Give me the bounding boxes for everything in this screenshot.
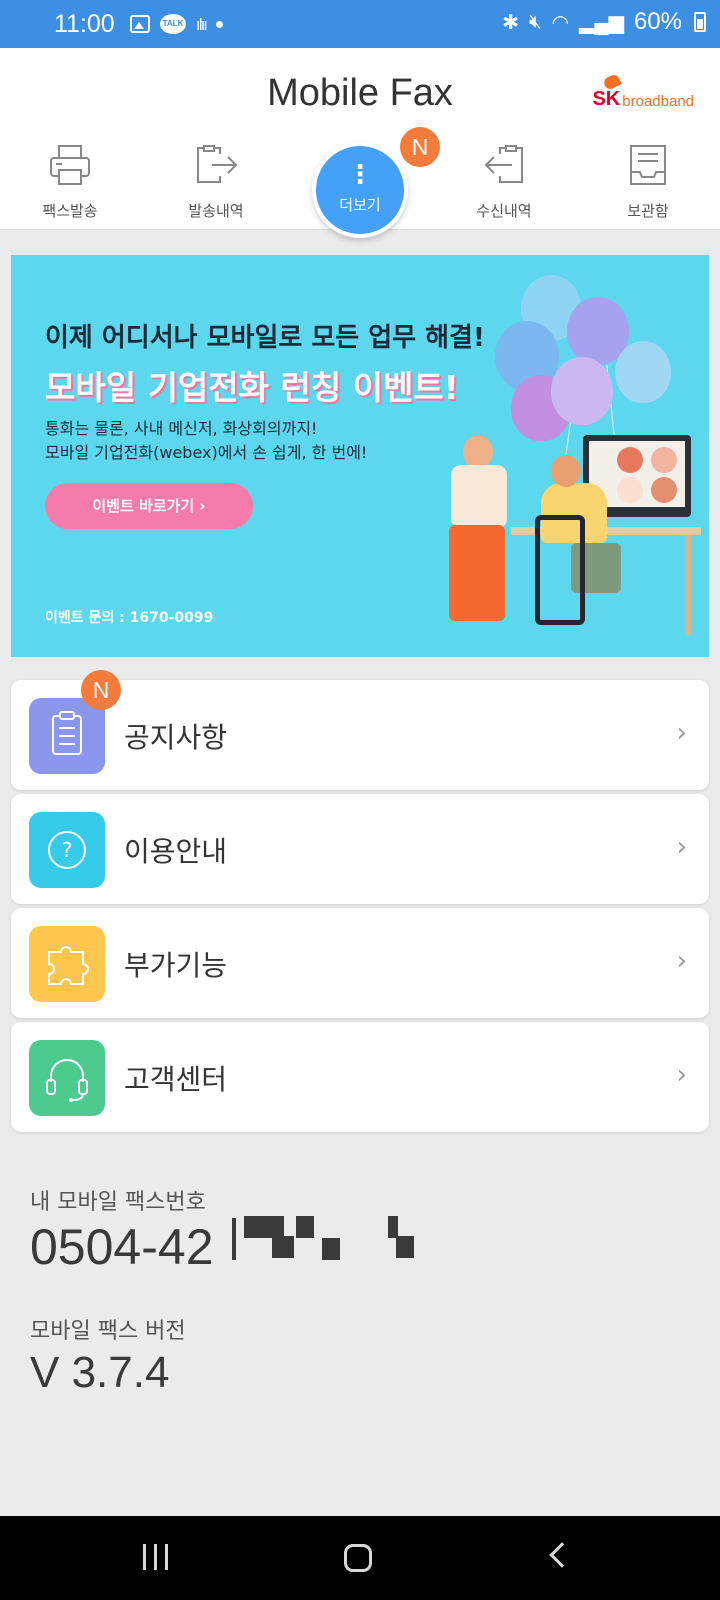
menu-item-label: 고객센터 xyxy=(124,1063,228,1096)
brand-logo: SK broadband xyxy=(592,88,694,111)
person-standing-legs xyxy=(449,525,505,621)
fax-number-label: 내 모바일 팩스번호 xyxy=(30,1190,206,1215)
tab-sent-history-label: 발송내역 xyxy=(188,202,244,220)
question-icon: ? xyxy=(29,812,105,888)
person-standing-head xyxy=(463,435,493,469)
menu-item-notice[interactable]: N 공지사항 › xyxy=(11,670,709,790)
svg-text:?: ? xyxy=(62,838,73,862)
menu-item-label: 공지사항 xyxy=(124,721,228,754)
image-icon xyxy=(130,15,150,33)
wifi-icon: ◠ xyxy=(551,11,570,34)
desk-leg xyxy=(685,535,691,635)
mute-icon: 🔇︎ xyxy=(528,10,542,33)
balloon xyxy=(615,341,671,403)
battery-percent: 60% xyxy=(633,8,682,35)
tab-fax-send-label: 팩스발송 xyxy=(42,202,98,220)
event-shortcut-button[interactable]: 이벤트 바로가기 › xyxy=(45,483,253,529)
chevron-right-icon: › xyxy=(676,946,687,976)
version-value: V 3.7.4 xyxy=(30,1348,170,1397)
back-button[interactable] xyxy=(549,1542,575,1568)
menu-item-label: 이용안내 xyxy=(124,835,228,868)
brand-name: broadband xyxy=(622,93,694,110)
tab-sent-history[interactable]: 발송내역 xyxy=(156,144,276,221)
fax-number-value: 0504-42 xyxy=(30,1219,214,1275)
signal-icon: ▂▄▆ xyxy=(579,11,624,34)
tab-received-history[interactable]: 수신내역 xyxy=(444,144,564,221)
banner-contact: 이벤트 문의 : 1670-0099 xyxy=(45,610,214,626)
recents-button[interactable] xyxy=(143,1544,168,1570)
video-call-face xyxy=(617,447,643,473)
new-badge: N xyxy=(400,127,440,167)
voice-wave-icon: ılıı xyxy=(196,14,208,34)
clipboard-icon xyxy=(29,698,105,774)
bluetooth-icon: ✱ xyxy=(502,11,519,34)
inbox-icon xyxy=(484,145,523,183)
tab-fax-send[interactable]: 팩스발송 xyxy=(10,144,130,221)
person-seated-head xyxy=(551,455,581,487)
banner-title: 모바일 기업전화 런칭 이벤트! xyxy=(45,368,459,407)
battery-icon xyxy=(694,12,706,32)
tab-more-button[interactable]: ⋮ 더보기 xyxy=(312,142,408,238)
dot-icon xyxy=(215,20,223,28)
status-bar: 11:00 TALK ılıı ✱ 🔇︎ ◠ ▂▄▆ 60% xyxy=(0,0,720,48)
version-label: 모바일 팩스 버전 xyxy=(30,1319,186,1344)
menu-item-extras[interactable]: 부가기능 › xyxy=(11,908,709,1018)
system-icons: ✱ 🔇︎ ◠ ▂▄▆ 60% xyxy=(502,8,706,36)
menu-item-customer-center[interactable]: 고객센터 › xyxy=(11,1022,709,1132)
tab-more-label: 더보기 xyxy=(339,196,381,214)
chair xyxy=(535,515,585,625)
outbox-icon xyxy=(197,145,238,183)
home-button[interactable] xyxy=(344,1544,372,1572)
person-standing-body xyxy=(451,465,507,529)
menu-item-label: 부가기능 xyxy=(124,949,228,982)
chevron-right-icon: › xyxy=(676,832,687,862)
chevron-right-icon: › xyxy=(676,718,687,748)
tab-storage-label: 보관함 xyxy=(627,202,669,220)
video-call-face xyxy=(617,477,643,503)
kakaotalk-icon: TALK xyxy=(160,14,186,34)
new-badge: N xyxy=(81,670,121,710)
banner-desc-line1: 통화는 물론, 사내 메신저, 화상회의까지! xyxy=(45,419,318,438)
status-time: 11:00 xyxy=(54,10,115,38)
menu-item-guide[interactable]: ? 이용안내 › xyxy=(11,794,709,904)
archive-icon xyxy=(630,145,666,185)
event-banner[interactable]: 이제 어디서나 모바일로 모든 업무 해결! 모바일 기업전화 런칭 이벤트! … xyxy=(11,255,709,657)
video-call-face xyxy=(651,477,677,503)
headset-icon xyxy=(29,1040,105,1116)
banner-description: 통화는 물론, 사내 메신저, 화상회의까지! 모바일 기업전화(webex)에… xyxy=(45,417,367,465)
puzzle-icon xyxy=(29,926,105,1002)
tab-storage[interactable]: 보관함 xyxy=(588,144,708,221)
more-dots-icon: ⋮ xyxy=(347,160,373,190)
chevron-right-icon: › xyxy=(676,1060,687,1090)
printer-icon xyxy=(50,145,90,185)
banner-headline: 이제 어디서나 모바일로 모든 업무 해결! xyxy=(45,323,485,353)
balloon xyxy=(551,357,613,425)
tab-received-history-label: 수신내역 xyxy=(476,202,532,220)
video-call-face xyxy=(651,447,677,473)
navigation-bar xyxy=(0,1516,720,1600)
notification-icons: TALK ılıı xyxy=(130,14,223,34)
banner-desc-line2: 모바일 기업전화(webex)에서 손 쉽게, 한 번에! xyxy=(45,443,368,462)
brand-sk: SK xyxy=(592,88,621,110)
